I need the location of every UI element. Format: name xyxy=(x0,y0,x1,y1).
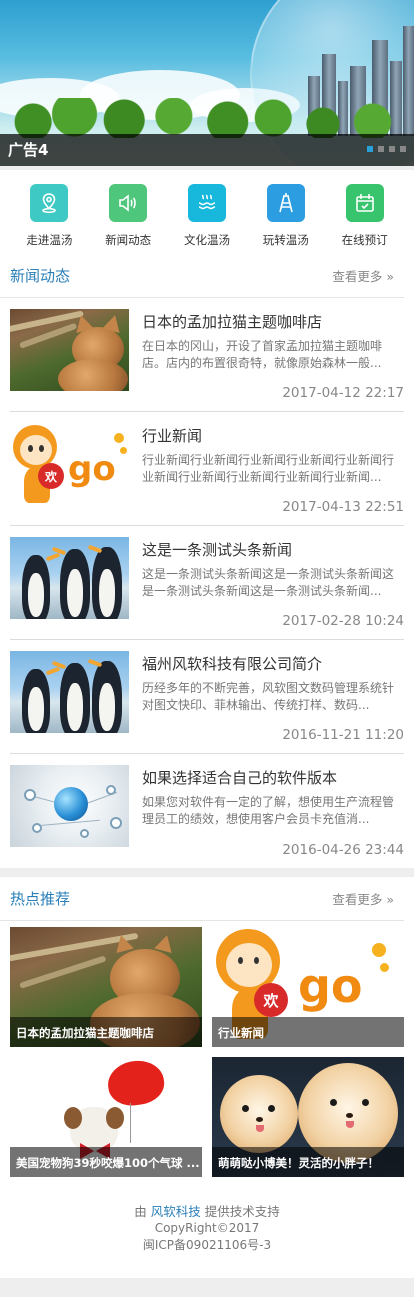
banner-caption: 广告4 xyxy=(8,141,49,159)
news-title: 福州风软科技有限公司简介 xyxy=(142,655,323,673)
news-item[interactable]: 如果选择适合自己的软件版本 如果您对软件有一定的了解，想使用生产流程管理员工的绩… xyxy=(10,754,404,868)
news-title: 日本的孟加拉猫主题咖啡店 xyxy=(142,313,323,331)
penguins-thumbnail xyxy=(10,537,129,619)
calendar-icon xyxy=(345,184,384,222)
news-desc: 行业新闻行业新闻行业新闻行业新闻行业新闻行业新闻行业新闻行业新闻行业新闻行业新闻… xyxy=(142,453,395,484)
banner-caption-bar xyxy=(0,134,414,166)
penguins-thumbnail xyxy=(10,651,129,733)
nav-item-booking[interactable]: 在线预订 xyxy=(330,184,400,254)
news-date: 2016-11-21 11:20 xyxy=(282,727,404,743)
network-globe-thumbnail xyxy=(10,765,129,847)
hot-card[interactable]: 日本的孟加拉猫主题咖啡店 xyxy=(10,927,202,1047)
footer-prefix: 由 xyxy=(134,1204,151,1219)
hot-section: 热点推荐 查看更多 » 日本的孟加拉猫主题咖啡店 欢 go 行业新闻 美国宠物狗… xyxy=(0,877,414,1278)
divider xyxy=(0,868,414,877)
news-item[interactable]: 福州风软科技有限公司简介 历经多年的不断完善，风软图文数码管理系统针对图文快印、… xyxy=(10,640,404,754)
news-title: 这是一条测试头条新闻 xyxy=(142,541,293,559)
section-title: 新闻动态 xyxy=(10,267,71,285)
nav-item-zoujin[interactable]: 走进温汤 xyxy=(14,184,84,254)
carousel-dot[interactable] xyxy=(378,146,384,152)
hot-card[interactable]: 萌萌哒小博美！灵活的小胖子！ xyxy=(212,1057,404,1177)
news-desc: 如果您对软件有一定的了解，想使用生产流程管理员工的绩效，想使用客户会员卡充值消.… xyxy=(142,795,395,826)
nav-item-news[interactable]: 新闻动态 xyxy=(93,184,163,254)
news-title: 行业新闻 xyxy=(142,427,203,445)
hot-card[interactable]: 欢 go 行业新闻 xyxy=(212,927,404,1047)
hot-section-header: 热点推荐 查看更多 » xyxy=(0,877,404,921)
nav-item-label: 走进温汤 xyxy=(26,233,73,247)
news-section-header: 新闻动态 查看更多 » xyxy=(0,254,404,298)
support-line: 由 风软科技 提供技术支持 xyxy=(0,1203,414,1220)
tree-line xyxy=(0,98,414,138)
copyright: CopyRight©2017 xyxy=(154,1221,260,1235)
news-date: 2017-04-13 22:51 xyxy=(282,499,404,515)
speaker-icon xyxy=(109,184,148,222)
footer-suffix: 提供技术支持 xyxy=(200,1204,280,1219)
hot-card[interactable]: 美国宠物狗39秒咬爆100个气球 ... xyxy=(10,1057,202,1177)
news-item[interactable]: 欢 go 行业新闻 行业新闻行业新闻行业新闻行业新闻行业新闻行业新闻行业新闻行业… xyxy=(10,412,404,526)
news-section: 新闻动态 查看更多 » 日本的孟加拉猫主题咖啡店 在日本的冈山，开设了首家孟加拉… xyxy=(0,254,414,868)
hot-card-caption: 美国宠物狗39秒咬爆100个气球 ... xyxy=(10,1147,202,1177)
news-title: 如果选择适合自己的软件版本 xyxy=(142,769,338,787)
icon-nav: 走进温汤 新闻动态 文化温汤 玩转温汤 在线预订 xyxy=(0,170,414,254)
news-item[interactable]: 这是一条测试头条新闻 这是一条测试头条新闻这是一条测试头条新闻这是一条测试头条新… xyxy=(10,526,404,640)
hot-spring-icon xyxy=(187,184,226,222)
view-more-link[interactable]: 查看更多 » xyxy=(332,889,394,908)
nav-item-label: 玩转温汤 xyxy=(262,233,309,247)
news-desc: 在日本的冈山，开设了首家孟加拉猫主题咖啡店。店内的布置很奇特，就像原始森林一般.… xyxy=(142,339,383,370)
nav-item-label: 新闻动态 xyxy=(105,233,152,247)
view-more-link[interactable]: 查看更多 » xyxy=(332,266,394,285)
nav-item-culture[interactable]: 文化温汤 xyxy=(172,184,242,254)
brand-link[interactable]: 风软科技 xyxy=(151,1204,201,1219)
hot-grid: 日本的孟加拉猫主题咖啡店 欢 go 行业新闻 美国宠物狗39秒咬爆100个气球 … xyxy=(0,921,414,1187)
news-list: 日本的孟加拉猫主题咖啡店 在日本的冈山，开设了首家孟加拉猫主题咖啡店。店内的布置… xyxy=(0,298,414,868)
hot-card-caption: 行业新闻 xyxy=(212,1017,404,1047)
cat-thumbnail xyxy=(10,309,129,391)
nav-item-label: 在线预订 xyxy=(341,233,388,247)
news-desc: 历经多年的不断完善，风软图文数码管理系统针对图文快印、菲林输出、传统打样、数码.… xyxy=(142,681,395,712)
huango-logo-thumbnail: 欢 go xyxy=(10,423,129,505)
news-date: 2017-02-28 10:24 xyxy=(282,613,404,629)
carousel-dot[interactable] xyxy=(400,146,406,152)
hot-card-caption: 萌萌哒小博美！灵活的小胖子！ xyxy=(212,1147,404,1177)
news-desc: 这是一条测试头条新闻这是一条测试头条新闻这是一条测试头条新闻这是一条测试头条新闻… xyxy=(142,567,395,598)
section-title: 热点推荐 xyxy=(10,890,71,908)
icp-number: 闽ICP备09021106号-3 xyxy=(142,1238,272,1252)
news-item[interactable]: 日本的孟加拉猫主题咖啡店 在日本的冈山，开设了首家孟加拉猫主题咖啡店。店内的布置… xyxy=(10,298,404,412)
nav-item-play[interactable]: 玩转温汤 xyxy=(251,184,321,254)
banner-carousel[interactable]: 广告4 xyxy=(0,0,414,166)
carousel-dot[interactable] xyxy=(389,146,395,152)
carousel-dot[interactable] xyxy=(367,146,373,152)
news-date: 2017-04-12 22:17 xyxy=(282,385,404,401)
footer: 由 风软科技 提供技术支持 CopyRight©2017 闽ICP备090211… xyxy=(0,1187,414,1278)
nav-item-label: 文化温汤 xyxy=(183,233,230,247)
hot-card-caption: 日本的孟加拉猫主题咖啡店 xyxy=(10,1017,202,1047)
map-pin-icon xyxy=(30,184,69,222)
tower-icon xyxy=(266,184,305,222)
news-date: 2016-04-26 23:44 xyxy=(282,842,404,858)
carousel-indicators xyxy=(367,146,406,152)
